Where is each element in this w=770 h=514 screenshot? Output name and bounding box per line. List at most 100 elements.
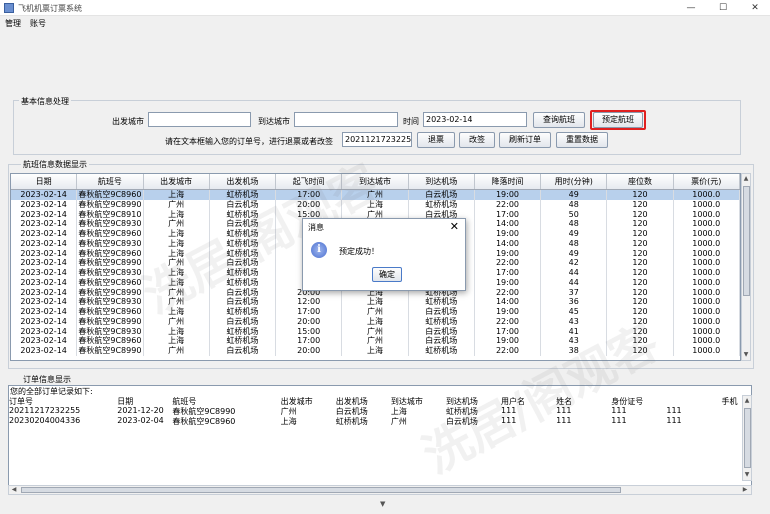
table-cell: 虹桥机场 [409, 316, 475, 327]
order-column-header: 出发城市 [280, 397, 313, 406]
table-cell: 14:00 [475, 297, 542, 307]
flight-column-header[interactable]: 出发城市 [144, 174, 210, 189]
table-cell: 22:00 [475, 287, 542, 298]
table-cell: 2023-02-14 [11, 238, 78, 249]
window-title: 飞机机票订票系统 [18, 4, 82, 13]
table-cell: 春秋航空9C8960 [77, 229, 144, 239]
table-cell: 广州 [144, 199, 210, 210]
table-cell: 43 [541, 316, 608, 327]
flight-table-scroll-thumb[interactable] [743, 186, 750, 296]
dialog-close-icon[interactable]: ✕ [450, 220, 459, 233]
refund-button[interactable]: 退票 [417, 132, 455, 148]
table-cell: 1000.0 [674, 307, 740, 317]
order-text-area[interactable]: 您的全部订单记录如下: 订单号 日期 航班号 出发城市 出发机场 到达城市 到达机场 用户名 姓… [8, 385, 752, 486]
table-cell: 2023-02-14 [11, 336, 78, 346]
table-cell: 45 [541, 307, 608, 317]
table-cell: 春秋航空9C8990 [77, 316, 144, 327]
scroll-left-icon[interactable]: ◀ [10, 486, 18, 494]
table-cell: 白云机场 [210, 346, 277, 356]
flight-table-vscroll[interactable]: ▲ ▼ [741, 173, 751, 361]
splitter-arrow-icon[interactable]: ▼ [380, 500, 385, 508]
scroll-down-icon[interactable]: ▼ [742, 351, 750, 359]
order-cell: 111 [611, 406, 627, 415]
table-row[interactable]: 2023-02-14 春秋航空9C8930 上海 虹桥机场 15:00 广州 白云机场 17:… [11, 326, 740, 337]
flight-column-header[interactable]: 日期 [11, 174, 78, 189]
table-row[interactable]: 2023-02-14 春秋航空9C8960 上海 虹桥机场 17:00 广州 白云机场 19:… [11, 336, 740, 346]
table-cell: 19:00 [475, 277, 542, 288]
table-cell: 1000.0 [674, 326, 740, 337]
table-cell: 广州 [342, 336, 409, 346]
order-hscroll-thumb[interactable] [21, 487, 621, 493]
table-cell: 虹桥机场 [210, 307, 277, 317]
table-row[interactable]: 2023-02-14 春秋航空9C8990 广州 白云机场 20:00 上海 虹桥机场 22:… [11, 346, 740, 356]
order-rows: 20211217232255 2021-12-20 春秋航空9C8990 广州 白云机场… [9, 406, 751, 426]
table-cell: 春秋航空9C8960 [77, 307, 144, 317]
flight-column-header[interactable]: 起飞时间 [276, 174, 343, 189]
table-cell: 1000.0 [674, 346, 740, 356]
order-cell: 上海 [280, 417, 297, 426]
order-vscroll[interactable]: ▲ ▼ [742, 395, 752, 481]
maximize-icon[interactable]: ☐ [708, 1, 738, 15]
query-flight-button[interactable]: 查询航班 [533, 112, 585, 128]
table-cell: 50 [541, 209, 608, 220]
flight-column-header[interactable]: 到达城市 [342, 174, 409, 189]
minimize-icon[interactable]: — [676, 1, 706, 15]
order-scroll-thumb[interactable] [744, 408, 751, 468]
table-cell: 春秋航空9C8990 [77, 258, 144, 268]
table-cell: 22:00 [475, 258, 542, 268]
time-input[interactable]: 2023-02-14 [423, 112, 527, 127]
menu-manage[interactable]: 管理 [5, 18, 21, 29]
basic-info-legend: 基本信息处理 [19, 96, 71, 107]
flight-column-header[interactable]: 出发机场 [210, 174, 277, 189]
flight-column-header[interactable]: 用时(分钟) [541, 174, 608, 189]
table-row[interactable]: 2023-02-14 春秋航空9C8960 上海 虹桥机场 17:00 广州 白云机场 19:… [11, 307, 740, 317]
table-row[interactable]: 2023-02-14 春秋航空9C8960 上海 虹桥机场 17:00 广州 白云机场 19:… [11, 190, 740, 200]
flight-column-header[interactable]: 到达机场 [409, 174, 475, 189]
menu-account[interactable]: 账号 [30, 18, 46, 29]
table-cell: 17:00 [475, 326, 542, 337]
table-row[interactable]: 2023-02-14 春秋航空9C8990 广州 白云机场 20:00 上海 虹桥机场 22:… [11, 199, 740, 210]
close-icon[interactable]: ✕ [740, 1, 770, 15]
table-cell: 白云机场 [210, 287, 277, 298]
table-cell: 上海 [144, 248, 210, 259]
table-cell: 上海 [342, 199, 409, 210]
order-cell: 20230204004336 [9, 416, 81, 425]
table-cell: 120 [607, 229, 674, 239]
order-hscroll[interactable]: ◀ ▶ [8, 485, 752, 495]
table-cell: 白云机场 [210, 297, 277, 307]
table-row[interactable]: 2023-02-14 春秋航空9C8930 广州 白云机场 12:00 上海 虹桥机场 14:… [11, 297, 740, 307]
table-cell: 上海 [144, 277, 210, 288]
table-cell: 虹桥机场 [409, 297, 475, 307]
dialog-ok-button[interactable]: 确定 [372, 267, 402, 282]
dialog-title: 消息 [308, 223, 324, 232]
table-cell: 广州 [144, 346, 210, 356]
table-cell: 49 [541, 229, 608, 239]
scroll-up-icon[interactable]: ▲ [742, 175, 750, 183]
flight-column-header[interactable]: 降落时间 [475, 174, 542, 189]
flight-column-header[interactable]: 座位数 [607, 174, 674, 189]
order-intro: 您的全部订单记录如下: [10, 387, 93, 396]
table-cell: 14:00 [475, 238, 542, 249]
table-cell: 春秋航空9C8990 [77, 346, 144, 356]
flight-column-header[interactable]: 航班号 [77, 174, 144, 189]
table-row[interactable]: 2023-02-14 春秋航空9C8990 广州 白云机场 20:00 上海 虹桥机场 22:… [11, 316, 740, 327]
refresh-order-button[interactable]: 刷新订单 [499, 132, 551, 148]
order-scroll-down-icon[interactable]: ▼ [743, 471, 751, 479]
reset-data-button[interactable]: 重置数据 [556, 132, 608, 148]
table-cell: 广州 [144, 219, 210, 229]
order-scroll-up-icon[interactable]: ▲ [743, 397, 751, 405]
order-cell: 广州 [280, 407, 297, 416]
table-cell: 19:00 [475, 336, 542, 346]
table-cell: 49 [541, 248, 608, 259]
depart-city-input[interactable] [148, 112, 251, 127]
change-button[interactable]: 改签 [459, 132, 495, 148]
arrive-city-input[interactable] [294, 112, 398, 127]
order-cell: 111 [501, 406, 517, 415]
flight-column-header[interactable]: 票价(元) [674, 174, 740, 189]
table-cell: 春秋航空9C8960 [77, 190, 144, 200]
scroll-right-icon[interactable]: ▶ [741, 486, 749, 494]
order-number-input[interactable]: 20211217232255 [342, 132, 412, 147]
table-cell: 120 [607, 190, 674, 200]
table-cell: 上海 [144, 238, 210, 249]
table-cell: 虹桥机场 [210, 190, 277, 200]
